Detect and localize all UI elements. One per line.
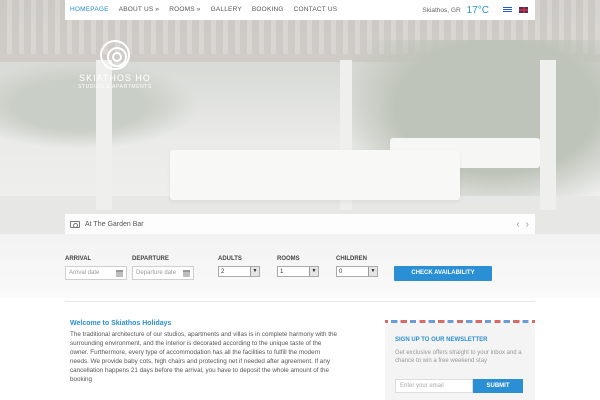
arrival-field: ARRIVAL Arrival date: [65, 256, 127, 280]
logo-tagline: STUDIOS & APARTMENTS: [78, 84, 152, 90]
nav-about-us[interactable]: ABOUT US »: [114, 0, 165, 20]
slide-caption-bar: At The Garden Bar ‹ ›: [65, 214, 535, 234]
children-select[interactable]: 0 ▼: [336, 266, 378, 277]
weather-location: Skiathos, GR: [422, 6, 461, 14]
newsletter-form: Enter your email SUBMIT: [395, 379, 523, 393]
camera-icon: [70, 220, 80, 228]
dropdown-arrow-icon[interactable]: ▼: [309, 267, 318, 276]
rooms-select[interactable]: 1 ▼: [277, 266, 319, 277]
newsletter-email-input[interactable]: Enter your email: [395, 379, 473, 393]
adults-label: ADULTS: [218, 256, 242, 262]
departure-label: DEPARTURE: [132, 256, 169, 262]
greek-flag-icon[interactable]: [503, 7, 512, 13]
arrival-label: ARRIVAL: [65, 256, 92, 262]
departure-field: DEPARTURE Departure date: [132, 256, 194, 280]
section-divider: [65, 301, 535, 302]
newsletter-submit-button[interactable]: SUBMIT: [473, 379, 523, 393]
departure-date-input[interactable]: Departure date: [132, 266, 194, 280]
adults-field: ADULTS 2 ▼: [218, 256, 260, 277]
newsletter-text: Get exclusive offers straight to your in…: [395, 350, 522, 364]
rooms-field: ROOMS 1 ▼: [277, 256, 319, 277]
nav-gallery[interactable]: GALLERY: [206, 0, 247, 20]
slide-caption: At The Garden Bar: [85, 220, 144, 228]
nav-contact-us[interactable]: CONTACT US: [289, 0, 343, 20]
calendar-icon[interactable]: [116, 270, 123, 277]
departure-placeholder: Departure date: [136, 270, 177, 276]
weather-temperature: 17°C: [466, 4, 489, 16]
rooms-label: ROOMS: [277, 256, 300, 262]
dropdown-arrow-icon[interactable]: ▼: [250, 267, 259, 276]
arrival-placeholder: Arrival date: [69, 270, 100, 276]
check-availability-button[interactable]: CHECK AVAILABILITY: [394, 266, 492, 281]
welcome-section: Welcome to Skiathos Holidays The traditi…: [70, 320, 340, 384]
logo-name: SKIATHOS HO: [79, 73, 151, 83]
hero-slideshow: [0, 0, 600, 234]
booking-bar: ARRIVAL Arrival date DEPARTURE Departure…: [0, 234, 600, 298]
children-value: 0: [339, 268, 343, 275]
spiral-logo-icon: [100, 40, 130, 70]
welcome-title: Welcome to Skiathos Holidays: [70, 320, 172, 327]
calendar-icon[interactable]: [183, 270, 190, 277]
nav-rooms[interactable]: ROOMS »: [164, 0, 205, 20]
hero-overlay: [0, 0, 600, 234]
rooms-value: 1: [280, 268, 284, 275]
welcome-text: The traditional architecture of our stud…: [70, 331, 338, 383]
children-label: CHILDREN: [336, 256, 367, 262]
english-flag-icon[interactable]: [519, 7, 528, 13]
adults-value: 2: [221, 268, 225, 275]
newsletter-title: SIGN UP TO OUR NEWSLETTER: [395, 337, 488, 343]
newsletter-box: SIGN UP TO OUR NEWSLETTER Get exclusive …: [385, 320, 535, 400]
children-field: CHILDREN 0 ▼: [336, 256, 378, 277]
nav-homepage[interactable]: HOMEPAGE: [65, 0, 114, 20]
top-navigation: HOMEPAGE ABOUT US » ROOMS » GALLERY BOOK…: [65, 0, 535, 20]
slide-next-arrow-icon[interactable]: ›: [526, 219, 529, 230]
nav-booking[interactable]: BOOKING: [247, 0, 289, 20]
site-logo[interactable]: SKIATHOS HO STUDIOS & APARTMENTS: [60, 40, 170, 90]
slide-prev-arrow-icon[interactable]: ‹: [516, 219, 519, 230]
adults-select[interactable]: 2 ▼: [218, 266, 260, 277]
dropdown-arrow-icon[interactable]: ▼: [368, 267, 377, 276]
arrival-date-input[interactable]: Arrival date: [65, 266, 127, 280]
